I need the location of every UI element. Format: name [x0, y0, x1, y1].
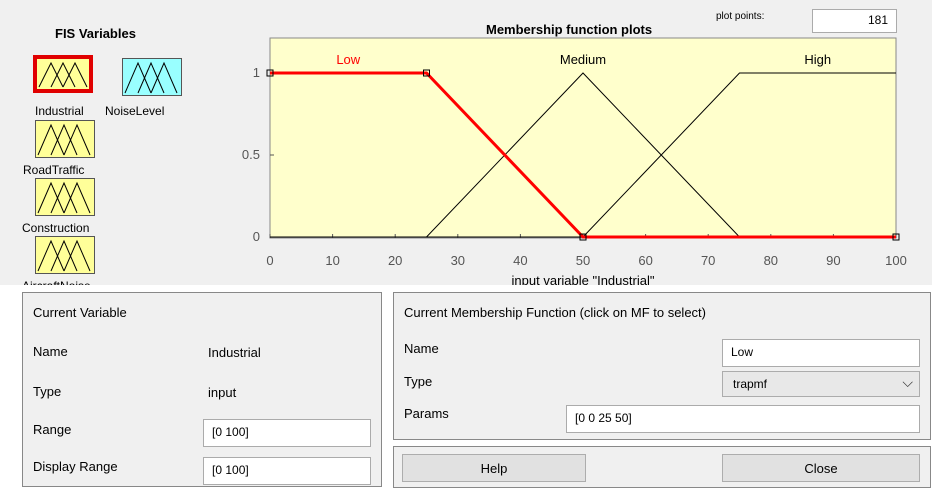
variable-name-label: Name [33, 344, 68, 359]
mf-label-high: High [804, 52, 831, 67]
x-tick-label: 60 [638, 253, 652, 268]
mf-type-select[interactable]: trapmf ⌵ [722, 371, 920, 397]
chevron-down-icon: ⌵ [902, 374, 913, 390]
help-button[interactable]: Help [402, 454, 586, 482]
current-mf-header: Current Membership Function (click on MF… [404, 305, 706, 320]
variable-type-label: Type [33, 384, 62, 399]
membership-function-plot[interactable]: 0 10 20 30 40 50 60 70 80 90 100 0 0.5 1 Low Medium Hig… [0, 0, 932, 290]
mf-type-value: trapmf [733, 377, 768, 391]
mf-params-input[interactable]: [0 0 25 50] [566, 405, 920, 433]
x-tick-label: 50 [576, 253, 590, 268]
x-tick-label: 80 [764, 253, 778, 268]
x-tick-label: 30 [451, 253, 465, 268]
x-tick-label: 10 [325, 253, 339, 268]
mf-name-input[interactable]: Low [722, 339, 920, 367]
range-label: Range [33, 422, 72, 437]
x-tick-label: 90 [826, 253, 840, 268]
range-input[interactable]: [0 100] [203, 419, 371, 447]
close-button[interactable]: Close [722, 454, 920, 482]
button-panel: Help Close [393, 446, 931, 488]
mf-type-label: Type [404, 374, 433, 389]
current-variable-header: Current Variable [33, 305, 127, 320]
current-mf-panel: Current Membership Function (click on MF… [393, 292, 931, 440]
y-tick-label: 0 [253, 229, 260, 244]
mf-name-label: Name [404, 341, 439, 356]
mf-label-medium: Medium [560, 52, 606, 67]
y-tick-label: 1 [253, 65, 260, 80]
x-tick-label: 20 [388, 253, 402, 268]
x-tick-label: 0 [266, 253, 273, 268]
variable-name-value: Industrial [208, 345, 261, 360]
x-tick-label: 40 [513, 253, 527, 268]
variable-type-value: input [208, 385, 237, 400]
y-tick-label: 0.5 [242, 147, 260, 162]
x-tick-label: 70 [701, 253, 715, 268]
mf-label-low: Low [336, 52, 360, 67]
current-variable-panel: Current Variable Name Industrial Type in… [22, 292, 382, 487]
x-tick-label: 100 [885, 253, 907, 268]
plot-area [269, 37, 897, 239]
display-range-input[interactable]: [0 100] [203, 457, 371, 485]
mf-params-label: Params [404, 406, 449, 421]
display-range-label: Display Range [33, 459, 118, 474]
